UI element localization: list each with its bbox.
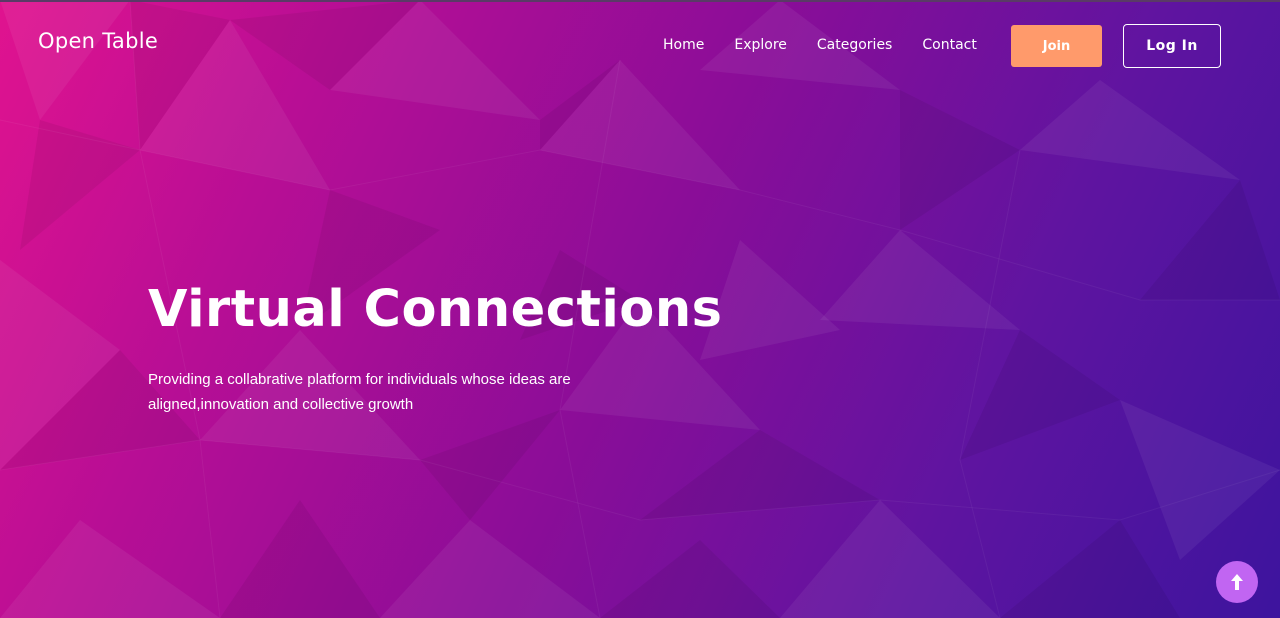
nav-item-categories[interactable]: Categories <box>817 37 892 53</box>
top-border <box>0 0 1280 2</box>
hero-title: Virtual Connections <box>148 280 723 339</box>
nav-item-contact[interactable]: Contact <box>922 37 976 53</box>
arrow-up-icon <box>1231 574 1243 590</box>
hero-subtitle: Providing a collabrative platform for in… <box>148 371 571 413</box>
login-button[interactable]: Log In <box>1123 24 1221 68</box>
nav-item-explore[interactable]: Explore <box>734 37 787 53</box>
nav-item-home[interactable]: Home <box>663 37 704 53</box>
join-button[interactable]: Join <box>1011 25 1102 67</box>
brand-logo[interactable]: Open Table <box>38 29 158 53</box>
main-nav: Home Explore Categories Contact <box>663 37 1007 53</box>
scroll-to-top-button[interactable] <box>1216 561 1258 603</box>
